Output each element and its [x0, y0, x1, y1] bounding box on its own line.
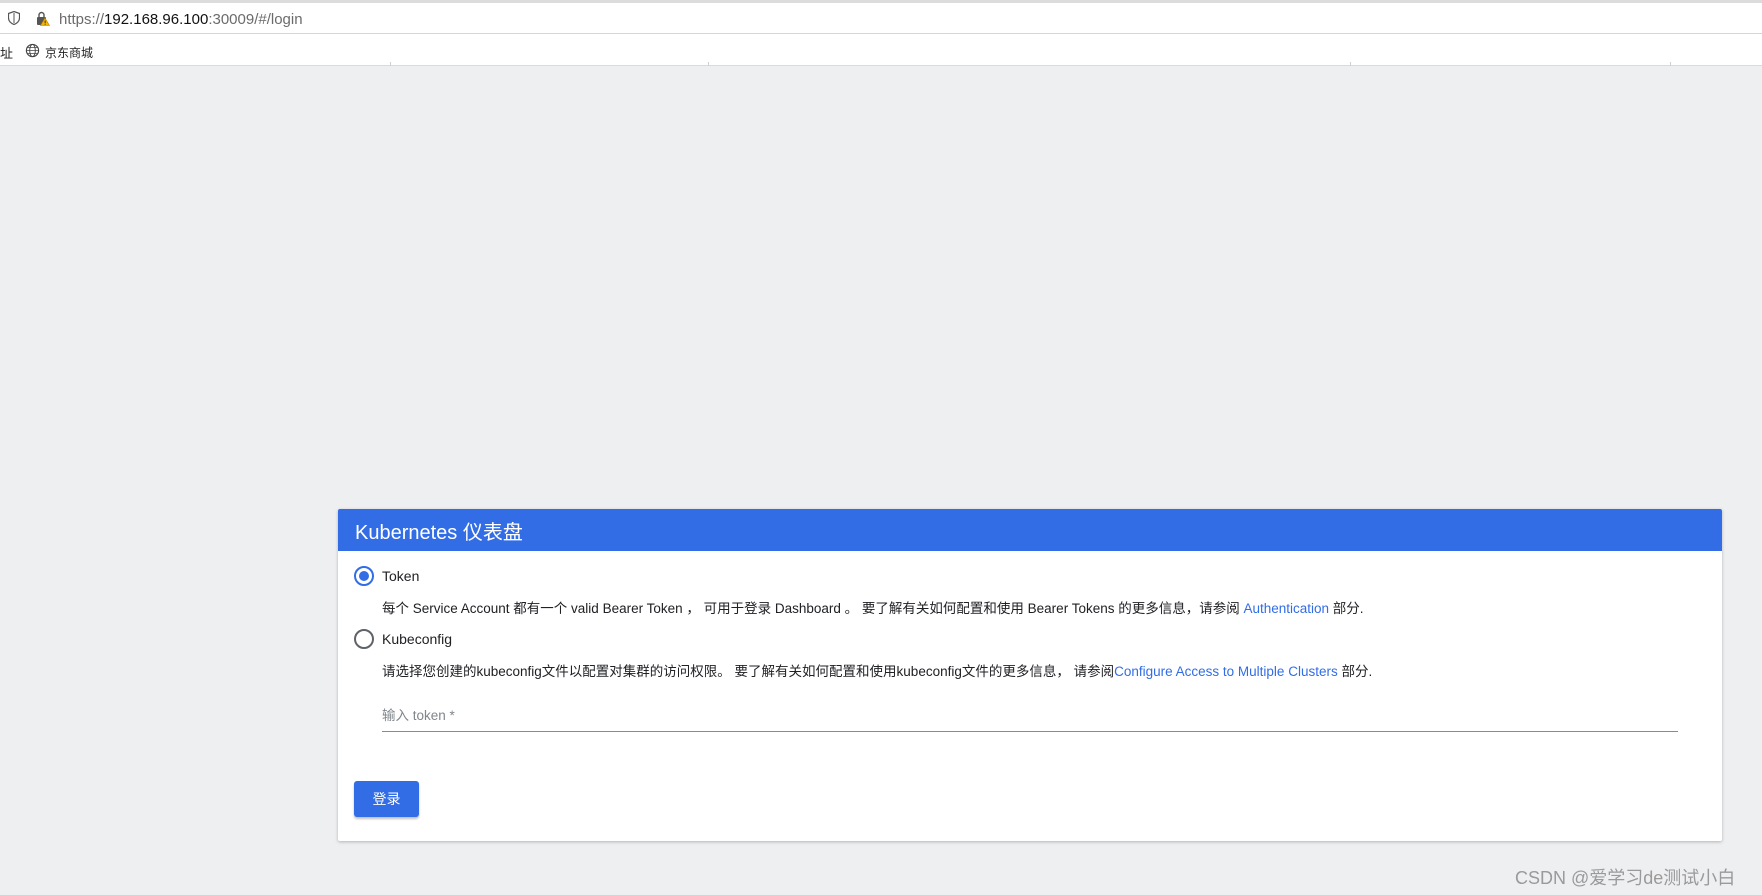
globe-icon [25, 43, 40, 58]
token-radio[interactable] [354, 566, 374, 586]
token-label[interactable]: Token [382, 568, 419, 584]
bookmark-jd[interactable]: 京东商城 [45, 44, 93, 61]
authentication-link[interactable]: Authentication [1243, 601, 1329, 616]
bookmarks-bar: 址 京东商城 [0, 34, 1762, 66]
kubeconfig-radio[interactable] [354, 629, 374, 649]
bookmark-truncated[interactable]: 址 [0, 43, 13, 62]
shield-icon[interactable] [8, 11, 20, 25]
kubeconfig-desc-text: 请选择您创建的kubeconfig文件以配置对集群的访问权限。 要了解有关如何配… [382, 664, 1115, 679]
url-text[interactable]: https://192.168.96.100:30009/#/login [59, 11, 303, 28]
token-option[interactable]: Token [354, 566, 419, 586]
token-field[interactable] [382, 700, 1678, 732]
bookmarks-divider [708, 62, 709, 66]
login-card: Kubernetes 仪表盘 Token 每个 Service Account … [338, 509, 1722, 841]
address-bar[interactable]: https://192.168.96.100:30009/#/login [0, 0, 1762, 34]
kubeconfig-option[interactable]: Kubeconfig [354, 629, 452, 649]
url-host: 192.168.96.100 [104, 11, 209, 28]
kubeconfig-label[interactable]: Kubeconfig [382, 631, 452, 647]
url-scheme: https:// [59, 11, 105, 28]
card-header: Kubernetes 仪表盘 [338, 509, 1722, 551]
card-title: Kubernetes 仪表盘 [355, 521, 523, 544]
token-description: 每个 Service Account 都有一个 valid Bearer Tok… [382, 597, 1364, 617]
token-desc-text: 每个 Service Account 都有一个 valid Bearer Tok… [382, 601, 1244, 616]
insecure-lock-icon[interactable] [36, 11, 50, 26]
configure-access-link[interactable]: Configure Access to Multiple Clusters [1114, 664, 1338, 679]
bookmarks-divider [1670, 62, 1671, 66]
bookmarks-divider [390, 62, 391, 66]
token-desc-suffix: 部分. [1329, 601, 1364, 616]
watermark-text: CSDN @爱学习de测试小白 [1515, 868, 1736, 888]
bookmarks-divider [1350, 62, 1351, 66]
kubeconfig-desc-suffix: 部分. [1337, 664, 1373, 679]
login-button[interactable]: 登录 [354, 781, 419, 817]
kubeconfig-description: 请选择您创建的kubeconfig文件以配置对集群的访问权限。 要了解有关如何配… [382, 660, 1372, 680]
token-input[interactable] [382, 700, 1678, 731]
url-path: :30009/#/login [208, 11, 303, 28]
